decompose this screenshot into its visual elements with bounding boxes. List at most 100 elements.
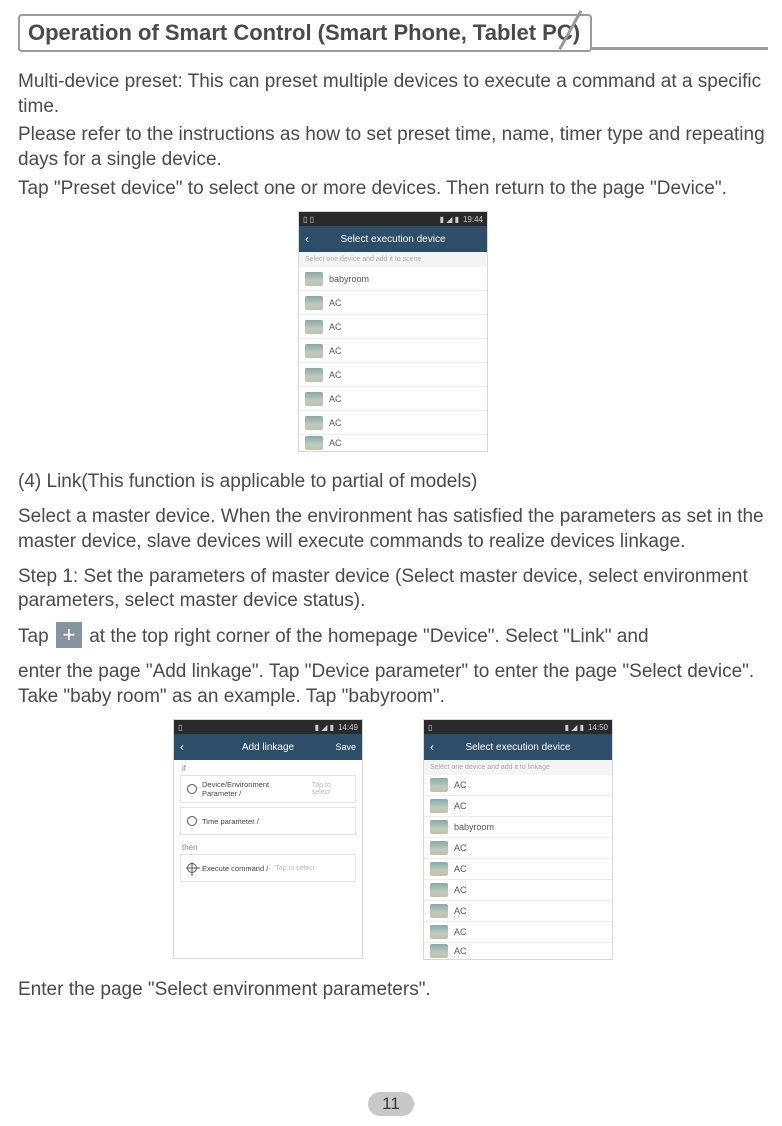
page-number: 11	[382, 1094, 400, 1114]
target-icon	[187, 863, 197, 873]
device-thumb-icon	[430, 778, 448, 792]
page-number-badge: 11	[368, 1092, 414, 1116]
text-tap-suffix: at the top right corner of the homepage …	[89, 626, 648, 647]
device-label: babyroom	[329, 274, 369, 284]
device-thumb-icon	[305, 320, 323, 334]
paragraph-refer-instructions: Please refer to the instructions as how …	[18, 123, 768, 172]
list-item[interactable]: AC	[299, 291, 487, 315]
device-thumb-icon	[305, 436, 323, 450]
list-item[interactable]: AC	[424, 859, 612, 880]
device-label: AC	[329, 394, 342, 404]
device-thumb-icon	[305, 272, 323, 286]
list-item[interactable]: AC	[424, 775, 612, 796]
paragraph-link-desc: Select a master device. When the environ…	[18, 505, 768, 554]
nav-title: Select execution device	[424, 742, 612, 753]
device-label: AC	[329, 438, 342, 448]
status-left-icons: ▯	[178, 723, 182, 732]
device-parameter-row[interactable]: Device/Environment Parameter / Tap to se…	[180, 775, 356, 803]
list-item[interactable]: AC	[299, 315, 487, 339]
status-time: 19:44	[463, 215, 483, 224]
device-thumb-icon	[430, 944, 448, 958]
nav-title: Add linkage	[174, 742, 362, 753]
status-signal-icon: ▮ ◢ ▮	[565, 723, 584, 732]
section-label-if: if	[174, 760, 362, 775]
device-thumb-icon	[305, 392, 323, 406]
section-title-banner: Operation of Smart Control (Smart Phone,…	[18, 12, 768, 52]
device-label: AC	[329, 418, 342, 428]
time-parameter-row[interactable]: Time parameter /	[180, 807, 356, 835]
app-navbar: ‹ Add linkage Save	[174, 734, 362, 760]
list-item[interactable]: AC	[299, 411, 487, 435]
row-hint: Tap to select	[312, 782, 349, 796]
device-thumb-icon	[305, 416, 323, 430]
status-bar: ▯ ▯ ▮ ◢ ▮ 19:44	[299, 212, 487, 226]
phone-mock: ▯ ▯ ▮ ◢ ▮ 19:44 ‹ Select execution devic…	[298, 211, 488, 452]
list-item[interactable]: AC	[424, 901, 612, 922]
device-thumb-icon	[430, 883, 448, 897]
list-item[interactable]: AC	[424, 796, 612, 817]
list-hint: Select one device and add it to scene	[299, 252, 487, 267]
list-item[interactable]: babyroom	[424, 817, 612, 838]
status-time: 14:50	[588, 723, 608, 732]
device-thumb-icon	[305, 344, 323, 358]
paragraph-link-heading: (4) Link(This function is applicable to …	[18, 470, 768, 495]
device-thumb-icon	[430, 904, 448, 918]
clock-icon	[187, 816, 197, 826]
execute-command-row[interactable]: Execute command / Tap to select	[180, 854, 356, 882]
device-thumb-icon	[430, 820, 448, 834]
status-left-icons: ▯ ▯	[303, 215, 314, 224]
app-navbar: ‹ Select execution device	[299, 226, 487, 252]
list-item[interactable]: AC	[424, 943, 612, 959]
section-label-then: then	[174, 839, 362, 854]
save-button[interactable]: Save	[335, 742, 356, 752]
list-item[interactable]: AC	[299, 387, 487, 411]
phone-mock-add-linkage: ▯ ▮ ◢ ▮ 14:49 ‹ Add linkage Save if Devi…	[173, 719, 363, 959]
paragraph-enter-linkage: enter the page "Add linkage". Tap "Devic…	[18, 660, 768, 709]
paragraph-tap-plus: Tap + at the top right corner of the hom…	[18, 624, 768, 650]
nav-title: Select execution device	[299, 234, 487, 245]
screenshot-pair: ▯ ▮ ◢ ▮ 14:49 ‹ Add linkage Save if Devi…	[18, 719, 768, 960]
paragraph-tap-preset: Tap "Preset device" to select one or mor…	[18, 177, 768, 202]
device-label: AC	[454, 946, 467, 956]
device-thumb-icon	[430, 925, 448, 939]
row-label: Execute command /	[202, 864, 268, 873]
device-label: AC	[454, 801, 467, 811]
device-label: AC	[454, 885, 467, 895]
row-label: Device/Environment Parameter /	[202, 780, 305, 798]
status-bar: ▯ ▮ ◢ ▮ 14:49	[174, 720, 362, 734]
list-item[interactable]: AC	[299, 339, 487, 363]
list-item[interactable]: AC	[299, 363, 487, 387]
status-bar: ▯ ▮ ◢ ▮ 14:50	[424, 720, 612, 734]
list-item[interactable]: AC	[424, 922, 612, 943]
row-hint: Tap to select	[275, 865, 314, 872]
status-signal-icon: ▮ ◢ ▮	[315, 723, 334, 732]
list-item[interactable]: AC	[424, 880, 612, 901]
device-label: AC	[454, 927, 467, 937]
device-label: AC	[329, 298, 342, 308]
list-hint: Select one device and add it to linkage	[424, 760, 612, 775]
text-tap-prefix: Tap	[18, 626, 54, 647]
device-label: AC	[454, 864, 467, 874]
screenshot-select-device-1: ▯ ▯ ▮ ◢ ▮ 19:44 ‹ Select execution devic…	[18, 211, 768, 452]
device-thumb-icon	[430, 799, 448, 813]
globe-icon	[187, 784, 197, 794]
list-item[interactable]: AC	[299, 435, 487, 451]
page-title: Operation of Smart Control (Smart Phone,…	[18, 14, 592, 52]
device-label: AC	[329, 322, 342, 332]
device-label: AC	[329, 346, 342, 356]
paragraph-enter-env-params: Enter the page "Select environment param…	[18, 978, 768, 1003]
status-signal-icon: ▮ ◢ ▮	[440, 215, 459, 224]
paragraph-step1: Step 1: Set the parameters of master dev…	[18, 565, 768, 614]
device-thumb-icon	[305, 296, 323, 310]
phone-mock-select-device-2: ▯ ▮ ◢ ▮ 14:50 ‹ Select execution device …	[423, 719, 613, 960]
plus-icon: +	[56, 622, 82, 648]
device-thumb-icon	[430, 841, 448, 855]
list-item[interactable]: AC	[424, 838, 612, 859]
device-label: AC	[454, 906, 467, 916]
device-label: AC	[454, 843, 467, 853]
device-label: AC	[454, 780, 467, 790]
device-thumb-icon	[305, 368, 323, 382]
status-left-icons: ▯	[428, 723, 432, 732]
list-item[interactable]: babyroom	[299, 267, 487, 291]
row-label: Time parameter /	[202, 817, 259, 826]
